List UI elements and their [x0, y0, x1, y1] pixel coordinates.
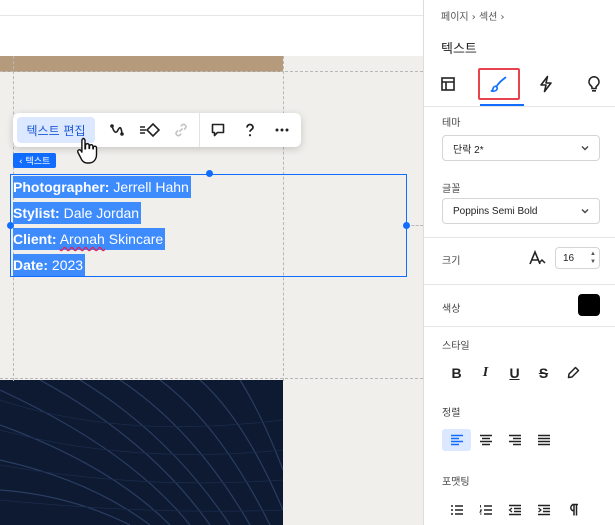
size-label: 크기 [442, 256, 461, 267]
outdent-icon[interactable] [500, 499, 529, 521]
align-left-icon[interactable] [442, 429, 471, 451]
guide-line-bottom [0, 378, 423, 379]
hand-cursor-icon [76, 136, 100, 170]
layout-icon [441, 77, 455, 91]
header-strip [0, 15, 423, 56]
canvas-top-area [0, 0, 423, 56]
text-line-photographer[interactable]: Photographer: Jerrell Hahn [13, 176, 191, 198]
animation-icon[interactable] [101, 113, 133, 147]
line-value: Skincare [104, 231, 164, 247]
italic-button[interactable]: I [471, 362, 500, 384]
design-icon[interactable] [133, 113, 165, 147]
line-label: Date: [13, 257, 49, 273]
text-line-client[interactable]: Client: Aronah Skincare [13, 228, 166, 250]
floating-toolbar: 텍스트 편집 [13, 113, 301, 147]
chevron-down-icon [581, 209, 589, 214]
line-value: 2023 [48, 257, 84, 273]
toolbar-separator [199, 113, 200, 147]
divider [424, 106, 615, 107]
image-pattern [0, 380, 283, 525]
lightning-icon [540, 75, 552, 93]
link-icon[interactable] [165, 113, 197, 147]
font-size-stepper[interactable]: 16 ▲ ▼ [555, 247, 600, 269]
line-value: Dale Jordan [59, 205, 140, 221]
theme-select[interactable]: 단락 2* [442, 135, 600, 161]
divider [424, 237, 615, 238]
color-label: 색상 [442, 304, 461, 315]
more-icon[interactable] [266, 113, 298, 147]
align-buttons [442, 429, 558, 451]
indent-icon[interactable] [529, 499, 558, 521]
font-size-value: 16 [563, 252, 575, 264]
bullet-list-icon[interactable] [442, 499, 471, 521]
line-label: Stylist: [13, 205, 60, 221]
divider [424, 326, 615, 327]
align-right-icon[interactable] [500, 429, 529, 451]
editor-canvas[interactable]: Photographer: Jerrell Hahn Stylist: Dale… [0, 0, 423, 525]
style-buttons: B I U S [442, 362, 587, 384]
align-center-icon[interactable] [471, 429, 500, 451]
spellcheck-word: Aronah [59, 231, 105, 247]
tab-interactions[interactable] [526, 68, 566, 100]
element-type-tag[interactable]: ‹ 텍스트 [13, 153, 57, 168]
font-select[interactable]: Poppins Semi Bold [442, 198, 600, 224]
text-color-swatch[interactable] [578, 294, 600, 316]
paragraph-direction-icon[interactable] [558, 499, 587, 521]
theme-value: 단락 2* [453, 144, 484, 156]
text-line-stylist[interactable]: Stylist: Dale Jordan [13, 202, 142, 224]
style-label: 스타일 [442, 341, 470, 352]
panel-tabs [424, 62, 615, 106]
font-size-icon [528, 249, 546, 271]
inspector-panel: 페이지 › 섹션 › 텍스트 테마 단락 2* 글꼴 Poppins Semi … [423, 0, 615, 525]
panel-title: 텍스트 [441, 42, 477, 57]
align-justify-icon[interactable] [529, 429, 558, 451]
divider [424, 284, 615, 285]
resize-handle-top[interactable] [206, 170, 213, 177]
chevron-down-icon [581, 146, 589, 151]
guide-line-top [0, 71, 423, 72]
help-icon[interactable] [234, 113, 266, 147]
breadcrumb[interactable]: 페이지 › 섹션 › [441, 8, 505, 23]
tab-design[interactable] [478, 68, 520, 100]
image-strip[interactable] [0, 56, 283, 72]
format-buttons [442, 499, 587, 521]
line-label: Client: [13, 231, 57, 247]
line-label: Photographer: [13, 179, 110, 195]
theme-label: 테마 [442, 118, 461, 129]
font-value: Poppins Semi Bold [453, 205, 538, 217]
tab-tips[interactable] [574, 68, 614, 100]
bold-button[interactable]: B [442, 362, 471, 384]
highlight-icon[interactable] [558, 362, 587, 384]
comment-icon[interactable] [202, 113, 234, 147]
text-line-date[interactable]: Date: 2023 [13, 254, 86, 276]
brush-icon [490, 76, 507, 92]
stepper-arrows-icon[interactable]: ▲ ▼ [590, 250, 596, 266]
format-label: 포맷팅 [442, 477, 470, 488]
line-value: Jerrell Hahn [109, 179, 189, 195]
numbered-list-icon[interactable] [471, 499, 500, 521]
lightbulb-icon [588, 75, 600, 92]
underline-button[interactable]: U [500, 362, 529, 384]
align-label: 정렬 [442, 408, 461, 419]
resize-handle-right[interactable] [403, 222, 410, 229]
font-label: 글꼴 [442, 184, 461, 195]
strikethrough-button[interactable]: S [529, 362, 558, 384]
dark-architecture-image[interactable] [0, 380, 283, 525]
tab-layout[interactable] [428, 68, 468, 100]
